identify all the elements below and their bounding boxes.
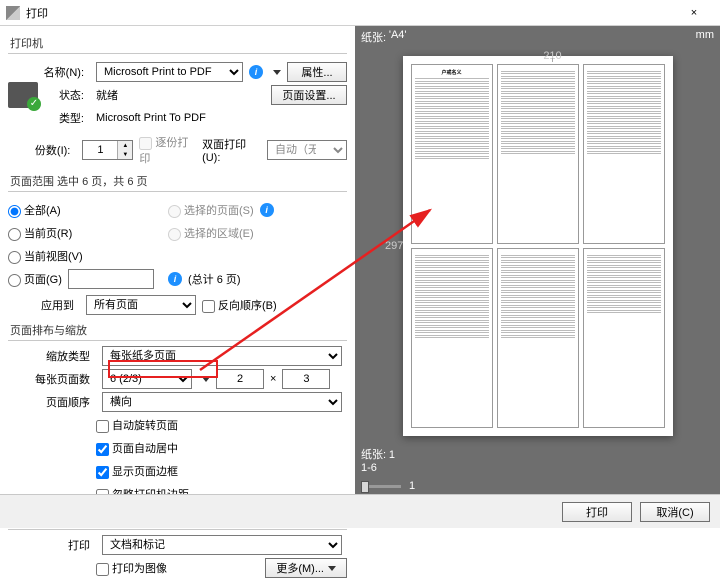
- cancel-button[interactable]: 取消(C): [640, 502, 710, 522]
- order-label: 页面顺序: [8, 394, 96, 410]
- paper-preview: 户戒名义: [403, 56, 673, 436]
- radio-pages[interactable]: 页面(G): [8, 271, 62, 287]
- status-label: 状态:: [42, 87, 90, 103]
- mini-page: [583, 64, 665, 244]
- rows-input[interactable]: [282, 369, 330, 389]
- app-icon: [6, 6, 20, 20]
- name-label: 名称(N):: [42, 64, 90, 80]
- status-value: 就绪: [96, 87, 118, 103]
- preview-panel: 纸张: 'A4' mm 210 297 户戒名义 纸张: 1 1-6 1 选择页…: [355, 26, 720, 528]
- chevron-down-icon[interactable]: [273, 70, 281, 75]
- settings-panel: 打印机 名称(N): Microsoft Print to PDF i 属性..…: [0, 26, 355, 528]
- printer-status-icon: [8, 82, 38, 108]
- print-what-label: 打印: [8, 537, 96, 553]
- as-image-checkbox[interactable]: 打印为图像: [96, 560, 167, 576]
- mini-page: [497, 64, 579, 244]
- window-title: 打印: [26, 5, 674, 21]
- duplex-label: 双面打印(U):: [202, 136, 261, 164]
- radio-all[interactable]: 全部(A): [8, 202, 61, 218]
- pages-per-label: 每张页面数: [8, 371, 96, 387]
- pages-per-select[interactable]: 6 (2/3): [102, 369, 192, 389]
- mini-page: [497, 248, 579, 428]
- type-label: 类型:: [42, 110, 90, 126]
- preview-info: 纸张: 1 1-6: [355, 444, 720, 476]
- mini-page: [583, 248, 665, 428]
- radio-selected-pages: 选择的页面(S): [168, 202, 254, 218]
- radio-selected-area: 选择的区域(E): [168, 225, 254, 241]
- dialog-footer: 打印 取消(C): [0, 494, 720, 528]
- scale-type-select[interactable]: 每张纸多页面: [102, 346, 342, 366]
- ruler-vertical: 297: [385, 68, 399, 424]
- collate-checkbox: 逐份打印: [139, 134, 196, 166]
- copies-label: 份数(I):: [8, 142, 76, 158]
- print-what-select[interactable]: 文档和标记: [102, 535, 342, 555]
- apply-select[interactable]: 所有页面: [86, 295, 196, 315]
- range-section-title: 页面范围 选中 6 页，共 6 页: [8, 169, 347, 192]
- duplex-select[interactable]: 自动（无）: [267, 140, 347, 160]
- info-icon[interactable]: i: [260, 203, 274, 217]
- radio-current[interactable]: 当前页(R): [8, 225, 72, 241]
- auto-rotate-checkbox[interactable]: 自动旋转页面: [96, 417, 178, 433]
- apply-label: 应用到: [8, 297, 80, 313]
- mini-page: [411, 248, 493, 428]
- layout-section-title: 页面排布与缩放: [8, 318, 347, 341]
- copies-spinner[interactable]: ▲▼: [82, 140, 133, 160]
- preview-area: 210 297 户戒名义: [355, 48, 720, 444]
- printer-select[interactable]: Microsoft Print to PDF: [96, 62, 243, 82]
- chevron-down-icon[interactable]: [202, 377, 210, 382]
- show-border-checkbox[interactable]: 显示页面边框: [96, 463, 178, 479]
- reverse-checkbox[interactable]: 反向顺序(B): [202, 297, 277, 313]
- type-value: Microsoft Print To PDF: [96, 112, 206, 124]
- ruler-horizontal: 210: [405, 48, 700, 62]
- info-icon[interactable]: i: [168, 272, 182, 286]
- printer-section-title: 打印机: [8, 31, 347, 54]
- page-setup-button[interactable]: 页面设置...: [271, 85, 347, 105]
- zoom-slider[interactable]: 1: [355, 476, 720, 496]
- titlebar: 打印 ×: [0, 0, 720, 26]
- mini-page: 户戒名义: [411, 64, 493, 244]
- print-button[interactable]: 打印: [562, 502, 632, 522]
- properties-button[interactable]: 属性...: [287, 62, 347, 82]
- close-button[interactable]: ×: [674, 0, 714, 26]
- more-button[interactable]: 更多(M)...: [265, 558, 347, 578]
- info-icon[interactable]: i: [249, 65, 263, 79]
- total-hint: (总计 6 页): [188, 271, 241, 287]
- cols-input[interactable]: [216, 369, 264, 389]
- pages-input[interactable]: [68, 269, 154, 289]
- scale-type-label: 缩放类型: [8, 348, 96, 364]
- order-select[interactable]: 横向: [102, 392, 342, 412]
- auto-center-checkbox[interactable]: 页面自动居中: [96, 440, 178, 456]
- radio-view[interactable]: 当前视图(V): [8, 248, 83, 264]
- paper-header: 纸张: 'A4' mm: [355, 26, 720, 48]
